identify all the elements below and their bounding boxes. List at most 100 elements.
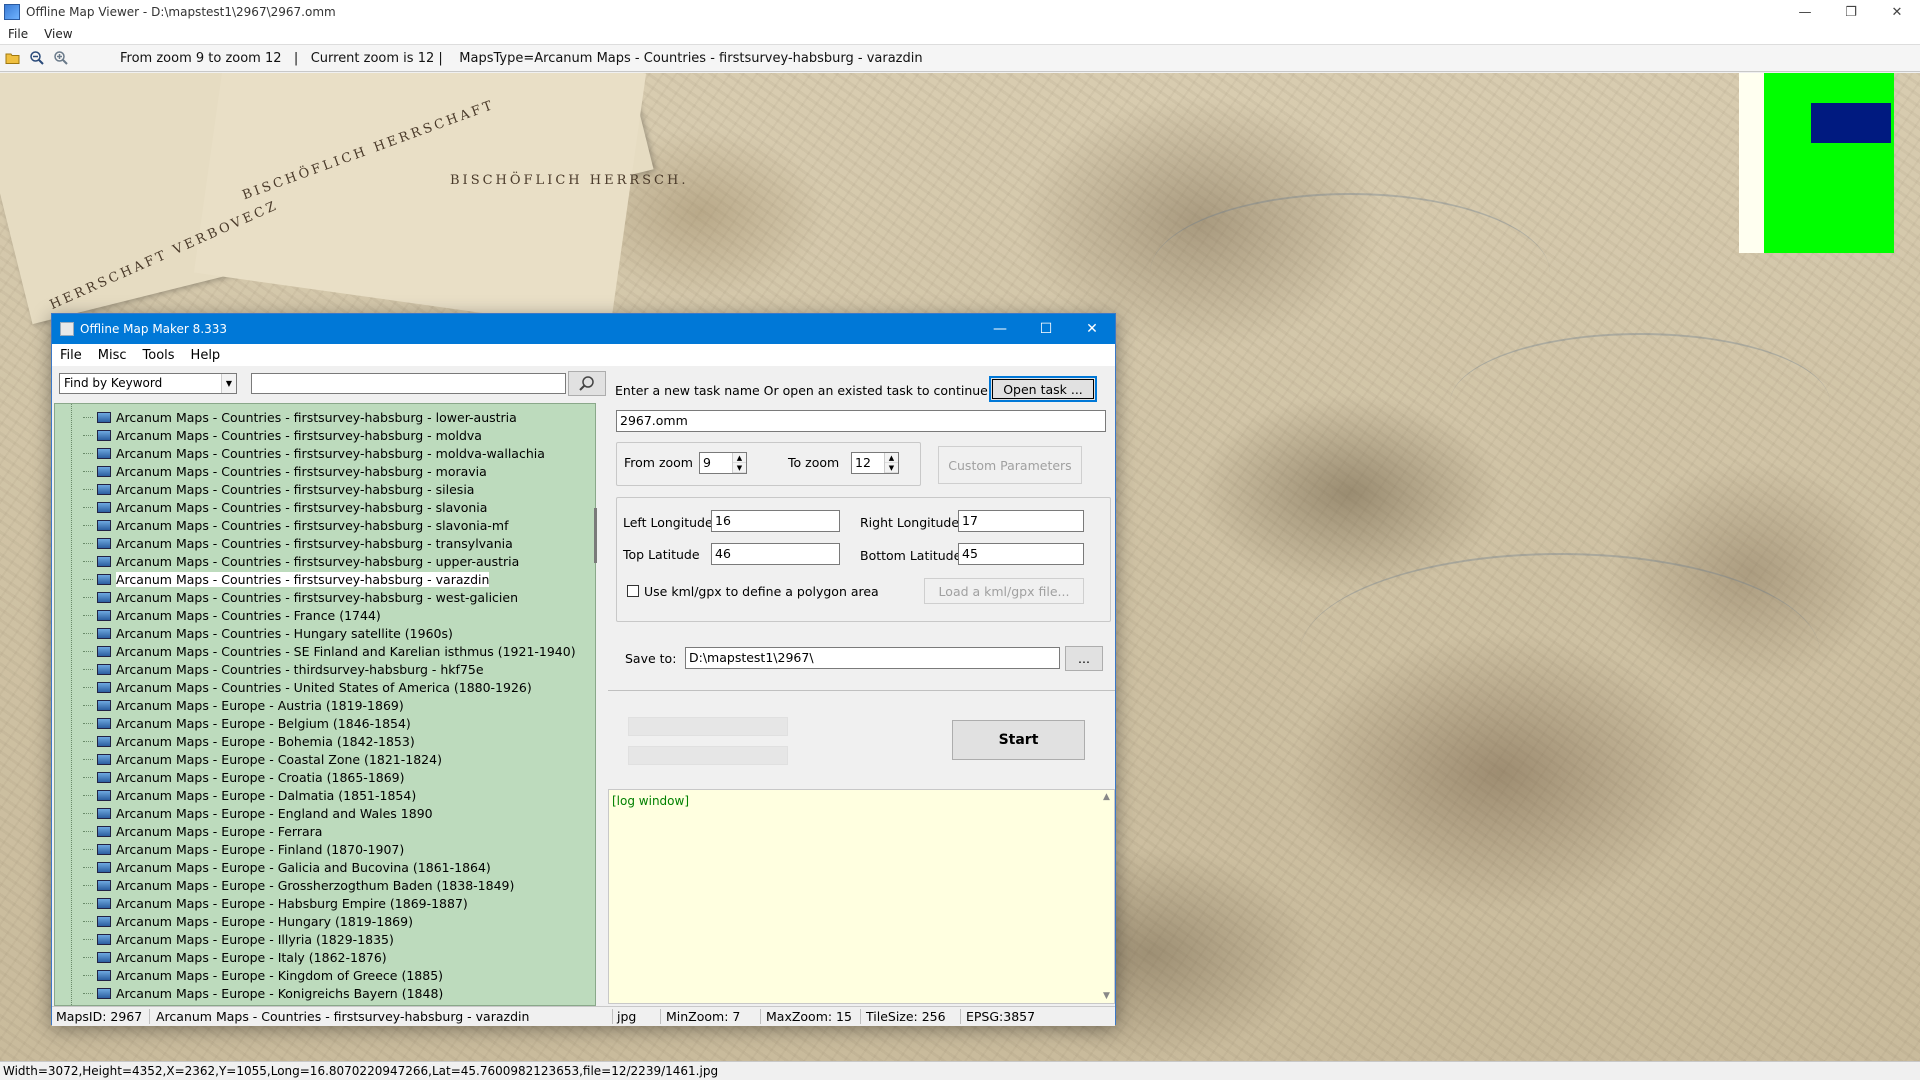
tree-item[interactable]: Arcanum Maps - Europe - Kingdom of Greec… bbox=[83, 966, 443, 984]
tree-item[interactable]: Arcanum Maps - Countries - firstsurvey-h… bbox=[83, 444, 545, 462]
maker-menu-misc[interactable]: Misc bbox=[90, 348, 135, 363]
load-kml-button[interactable]: Load a kml/gpx file... bbox=[924, 578, 1084, 604]
tree-item[interactable]: Arcanum Maps - Europe - Coastal Zone (18… bbox=[83, 750, 442, 768]
tree-item[interactable]: Arcanum Maps - Countries - France (1744) bbox=[83, 606, 381, 624]
top-latitude-label: Top Latitude bbox=[623, 547, 700, 562]
log-window[interactable]: [log window] ▲ ▼ bbox=[608, 789, 1115, 1004]
tree-item-label: Arcanum Maps - Europe - Coastal Zone (18… bbox=[116, 751, 442, 767]
tree-item[interactable]: Arcanum Maps - Countries - firstsurvey-h… bbox=[83, 534, 513, 552]
maker-maximize-button[interactable]: ☐ bbox=[1023, 314, 1069, 344]
map-list-tree[interactable]: Arcanum Maps - Countries - firstsurvey-h… bbox=[54, 403, 596, 1006]
spin-down-icon[interactable]: ▼ bbox=[885, 463, 898, 473]
task-name-field[interactable]: 2967.omm bbox=[616, 410, 1106, 432]
tree-item-label: Arcanum Maps - Countries - firstsurvey-h… bbox=[116, 427, 482, 443]
left-longitude-field[interactable]: 16 bbox=[711, 510, 840, 532]
tree-item[interactable]: Arcanum Maps - Countries - firstsurvey-h… bbox=[83, 480, 474, 498]
bottom-latitude-field[interactable]: 45 bbox=[958, 543, 1084, 565]
overview-viewport[interactable] bbox=[1811, 103, 1891, 143]
tree-item-label: Arcanum Maps - Countries - firstsurvey-h… bbox=[116, 409, 517, 425]
close-button[interactable]: ✕ bbox=[1874, 0, 1920, 24]
zoom-in-icon[interactable] bbox=[50, 47, 72, 69]
spin-up-icon[interactable]: ▲ bbox=[885, 453, 898, 463]
tree-item[interactable]: Arcanum Maps - Europe - Habsburg Empire … bbox=[83, 894, 468, 912]
open-task-button[interactable]: Open task ... bbox=[989, 376, 1097, 402]
map-source-icon bbox=[97, 717, 111, 729]
status-separator bbox=[760, 1009, 761, 1024]
zoom-out-icon[interactable] bbox=[26, 47, 48, 69]
tree-item[interactable]: Arcanum Maps - Countries - thirdsurvey-h… bbox=[83, 660, 484, 678]
maker-menu-help[interactable]: Help bbox=[183, 348, 229, 363]
maker-menu-tools[interactable]: Tools bbox=[135, 348, 183, 363]
scroll-up-icon[interactable]: ▲ bbox=[1103, 792, 1110, 802]
top-latitude-field[interactable]: 46 bbox=[711, 543, 840, 565]
bounds-group: Left Longitude 16 Right Longitude 17 Top… bbox=[616, 497, 1111, 622]
spin-down-icon[interactable]: ▼ bbox=[733, 463, 746, 473]
menu-file[interactable]: File bbox=[0, 27, 36, 41]
tree-item[interactable]: Arcanum Maps - Countries - firstsurvey-h… bbox=[83, 570, 490, 588]
tree-item[interactable]: Arcanum Maps - Europe - Galicia and Buco… bbox=[83, 858, 491, 876]
tree-item[interactable]: Arcanum Maps - Europe - Hungary (1819-18… bbox=[83, 912, 413, 930]
open-folder-icon[interactable] bbox=[2, 47, 24, 69]
tree-item[interactable]: Arcanum Maps - Europe - Illyria (1829-18… bbox=[83, 930, 394, 948]
map-source-icon bbox=[97, 987, 111, 999]
tree-item[interactable]: Arcanum Maps - Countries - United States… bbox=[83, 678, 532, 696]
tree-branch bbox=[83, 812, 93, 814]
tree-item[interactable]: Arcanum Maps - Countries - firstsurvey-h… bbox=[83, 408, 517, 426]
tree-item[interactable]: Arcanum Maps - Europe - Konigreichs Baye… bbox=[83, 984, 443, 1002]
search-input[interactable] bbox=[251, 373, 566, 394]
tree-item[interactable]: Arcanum Maps - Europe - Ferrara bbox=[83, 822, 322, 840]
scroll-down-icon[interactable]: ▼ bbox=[1103, 991, 1110, 1001]
map-source-icon bbox=[97, 411, 111, 423]
tree-item[interactable]: Arcanum Maps - Countries - SE Finland an… bbox=[83, 642, 576, 660]
to-zoom-stepper[interactable]: 12 ▲ ▼ bbox=[851, 452, 899, 474]
map-source-icon bbox=[97, 735, 111, 747]
search-mode-select[interactable]: Find by Keyword ▼ bbox=[59, 373, 237, 394]
map-source-icon bbox=[97, 897, 111, 909]
tree-item-label: Arcanum Maps - Europe - Habsburg Empire … bbox=[116, 895, 468, 911]
restore-button[interactable]: ❐ bbox=[1828, 0, 1874, 24]
menu-view[interactable]: View bbox=[36, 27, 80, 41]
tree-item[interactable]: Arcanum Maps - Countries - firstsurvey-h… bbox=[83, 516, 509, 534]
log-scrollbar[interactable]: ▲ ▼ bbox=[1100, 790, 1114, 1003]
tree-item[interactable]: Arcanum Maps - Europe - Finland (1870-19… bbox=[83, 840, 404, 858]
tree-item[interactable]: Arcanum Maps - Europe - Croatia (1865-18… bbox=[83, 768, 405, 786]
chevron-down-icon[interactable]: ▼ bbox=[221, 374, 236, 393]
tree-item-label: Arcanum Maps - Countries - United States… bbox=[116, 679, 532, 695]
viewer-statusbar: Width=3072,Height=4352,X=2362,Y=1055,Lon… bbox=[0, 1061, 1920, 1080]
tree-item[interactable]: Arcanum Maps - Countries - firstsurvey-h… bbox=[83, 426, 482, 444]
status-min-zoom: MinZoom: 7 bbox=[666, 1009, 741, 1024]
tree-item[interactable]: Arcanum Maps - Countries - firstsurvey-h… bbox=[83, 498, 487, 516]
tree-item[interactable]: Arcanum Maps - Europe - Bohemia (1842-18… bbox=[83, 732, 415, 750]
save-to-field[interactable]: D:\mapstest1\2967\ bbox=[685, 647, 1060, 669]
search-button[interactable] bbox=[568, 371, 606, 396]
tree-item[interactable]: Arcanum Maps - Europe - England and Wale… bbox=[83, 804, 433, 822]
custom-parameters-button[interactable]: Custom Parameters bbox=[938, 446, 1082, 484]
tree-item[interactable]: Arcanum Maps - Europe - Grossherzogthum … bbox=[83, 876, 514, 894]
overview-minimap[interactable] bbox=[1739, 73, 1894, 253]
tree-item[interactable]: Arcanum Maps - Europe - Italy (1862-1876… bbox=[83, 948, 387, 966]
kml-checkbox[interactable] bbox=[627, 585, 639, 597]
tree-item[interactable]: Arcanum Maps - Countries - firstsurvey-h… bbox=[83, 462, 487, 480]
spin-up-icon[interactable]: ▲ bbox=[733, 453, 746, 463]
tree-item[interactable]: Arcanum Maps - Europe - Dalmatia (1851-1… bbox=[83, 786, 416, 804]
maker-close-button[interactable]: ✕ bbox=[1069, 314, 1115, 344]
tree-item-label: Arcanum Maps - Europe - Austria (1819-18… bbox=[116, 697, 404, 713]
from-zoom-stepper[interactable]: 9 ▲ ▼ bbox=[699, 452, 747, 474]
right-longitude-field[interactable]: 17 bbox=[958, 510, 1084, 532]
maker-menu-file[interactable]: File bbox=[52, 348, 90, 363]
minimize-button[interactable]: — bbox=[1782, 0, 1828, 24]
scroll-thumb[interactable] bbox=[594, 508, 597, 563]
tree-item[interactable]: Arcanum Maps - Countries - firstsurvey-h… bbox=[83, 552, 519, 570]
log-text: [log window] bbox=[612, 794, 689, 808]
tree-branch bbox=[83, 560, 93, 562]
tree-branch bbox=[83, 776, 93, 778]
tree-scrollbar[interactable] bbox=[590, 403, 604, 1006]
maker-minimize-button[interactable]: — bbox=[977, 314, 1023, 344]
start-button[interactable]: Start bbox=[952, 720, 1085, 760]
tree-item[interactable]: Arcanum Maps - Europe - Austria (1819-18… bbox=[83, 696, 404, 714]
tree-item[interactable]: Arcanum Maps - Countries - firstsurvey-h… bbox=[83, 588, 518, 606]
tree-branch bbox=[83, 920, 93, 922]
browse-button[interactable]: ... bbox=[1065, 646, 1103, 671]
tree-item[interactable]: Arcanum Maps - Europe - Belgium (1846-18… bbox=[83, 714, 411, 732]
tree-item[interactable]: Arcanum Maps - Countries - Hungary satel… bbox=[83, 624, 453, 642]
